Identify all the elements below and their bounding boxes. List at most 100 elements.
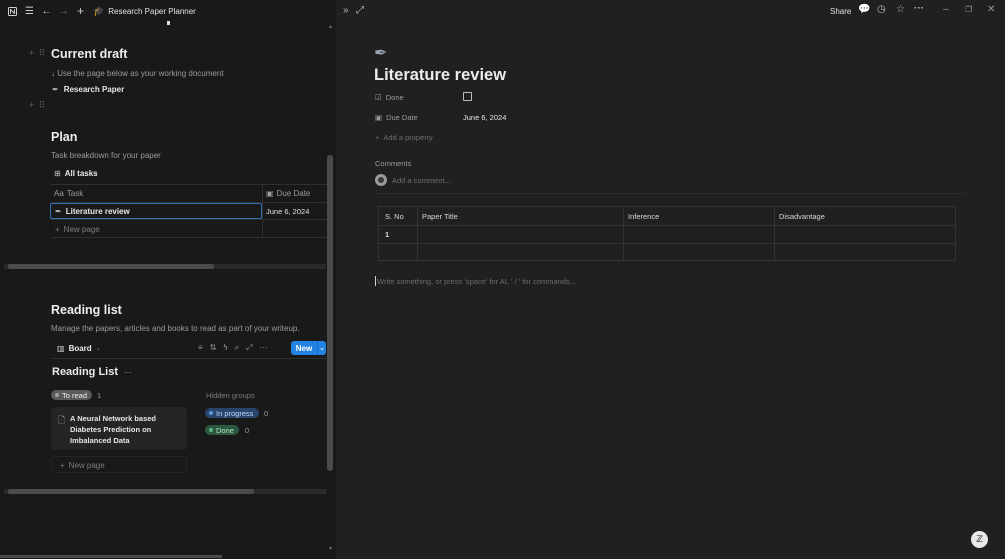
table-icon: ⊞ (54, 169, 61, 178)
comments-label: Comments (375, 159, 412, 168)
group-to-read[interactable]: To read (51, 390, 93, 400)
more-icon[interactable]: ··· (124, 368, 132, 377)
table-row-divider (379, 225, 957, 226)
minimize-icon[interactable]: – (943, 5, 949, 15)
column-header-due-date[interactable]: ▣ Due Date (266, 189, 310, 198)
table-col-divider (623, 207, 624, 262)
notion-logo-icon[interactable] (8, 6, 17, 16)
group-to-read-count: 1 (97, 391, 102, 400)
more-icon[interactable]: ··· (260, 343, 268, 353)
board-divider (51, 358, 327, 359)
notion-ai-icon[interactable]: ℤ (971, 531, 988, 548)
text-type-icon: Aa (54, 189, 64, 198)
page-title[interactable]: Literature review (374, 66, 506, 85)
sidebar-menu-icon[interactable]: ☰ (25, 6, 34, 16)
calendar-icon: ▣ (266, 189, 274, 198)
card-title: A Neural Network based Diabetes Predicti… (70, 414, 156, 445)
add-property[interactable]: + Add a property (375, 133, 433, 142)
task-name: Literature review (65, 207, 130, 216)
block-handle[interactable]: + ⠿ (29, 100, 46, 111)
plus-icon: + (55, 225, 60, 234)
due-date-value[interactable]: June 6, 2024 (463, 113, 506, 122)
vertical-scrollbar-thumb[interactable] (327, 155, 333, 471)
property-due-date[interactable]: ▣ Due Date (375, 113, 418, 122)
history-clock-icon[interactable]: ◷ (877, 5, 886, 15)
pen-icon: ✒ (52, 85, 59, 94)
scroll-down-arrow[interactable]: ▼ (328, 546, 333, 552)
close-icon[interactable]: ✕ (987, 5, 995, 15)
plus-icon: + (60, 461, 65, 470)
group-done[interactable]: Done (205, 425, 239, 435)
document-icon: 🗋 (58, 415, 66, 425)
table-col-divider (417, 207, 418, 262)
share-button[interactable]: Share (830, 7, 851, 16)
property-done[interactable]: ☑ Done (375, 93, 404, 102)
header-s-no[interactable]: S. No (385, 212, 404, 221)
left-pane: ☰ ← → + 🎓 Research Paper Planner + ⠿ Cur… (0, 0, 336, 559)
group-in-progress[interactable]: In progress (205, 408, 259, 418)
board-toolbar: ≡ ⇅ ϟ ⌕ ⤢ ··· (198, 343, 268, 353)
header-disadvantage[interactable]: Disadvantage (779, 212, 825, 221)
checkbox-icon: ☑ (375, 93, 382, 102)
board-card[interactable]: 🗋 A Neural Network based Diabetes Predic… (51, 407, 187, 450)
comment-icon[interactable]: 💬 (858, 5, 870, 15)
header-paper-title[interactable]: Paper Title (422, 212, 458, 221)
reading-list-subtext: Manage the papers, articles and books to… (51, 324, 300, 333)
done-checkbox[interactable] (463, 92, 472, 101)
automation-icon[interactable]: ϟ (223, 343, 227, 353)
plus-icon[interactable]: + (76, 5, 85, 17)
double-chevron-right-icon[interactable]: » (343, 6, 349, 16)
table-col-divider (774, 207, 775, 262)
calendar-icon: ▣ (375, 113, 383, 122)
column-header-task[interactable]: Aa Task (54, 189, 83, 198)
current-draft-subtext: ↓ Use the page below as your working doc… (51, 69, 224, 78)
table-divider (51, 184, 327, 185)
status-dot (55, 393, 59, 397)
breadcrumb-title: Research Paper Planner (108, 6, 196, 16)
plan-subtext: Task breakdown for your paper (51, 151, 161, 160)
more-icon[interactable]: ··· (914, 4, 924, 14)
star-icon[interactable]: ☆ (896, 5, 905, 15)
comment-input[interactable]: Add a comment... (392, 176, 451, 185)
board-new-page[interactable]: + New page (51, 456, 187, 473)
peek-pane: » ⤢ Share 💬 ◷ ☆ ··· – ❐ ✕ ✒ Literature r… (336, 0, 1005, 559)
research-paper-label: Research Paper (63, 85, 125, 94)
tab-all-tasks[interactable]: ⊞ All tasks (54, 169, 98, 178)
graduation-cap-icon: 🎓 (93, 5, 105, 16)
task-cell[interactable]: ✒ Literature review (55, 207, 130, 216)
board-view-tab[interactable]: ▥ Board ⌄ (57, 344, 101, 353)
expand-icon[interactable]: ⤢ (246, 343, 252, 353)
plan-new-page[interactable]: + New page (55, 225, 100, 234)
board-label: Board (68, 344, 92, 353)
scroll-up-arrow[interactable]: ▲ (328, 24, 333, 30)
filter-icon[interactable]: ≡ (198, 343, 203, 353)
table-divider (51, 237, 327, 238)
text-cursor (375, 276, 376, 286)
back-arrow-icon[interactable]: ← (42, 6, 52, 16)
restore-icon[interactable]: ❐ (965, 5, 972, 15)
forward-arrow-icon[interactable]: → (59, 6, 69, 16)
inline-table: S. No Paper Title Inference Disadvantage… (378, 206, 957, 262)
chevron-down-icon[interactable]: ⌄ (318, 344, 326, 352)
editor-placeholder[interactable]: Write something, or press 'space' for AI… (375, 276, 576, 286)
research-paper-link[interactable]: ✒ Research Paper (52, 85, 124, 94)
page-pen-icon[interactable]: ✒ (374, 43, 387, 63)
board-icon: ▥ (57, 344, 65, 353)
board-title: Reading List ··· (52, 366, 132, 378)
block-handle[interactable]: + ⠿ (29, 48, 46, 59)
due-date-cell[interactable]: June 6, 2024 (266, 207, 309, 216)
horizontal-scrollbar-thumb[interactable] (8, 489, 254, 494)
bottom-scrollbar-thumb[interactable] (0, 555, 222, 558)
search-icon[interactable]: ⌕ (235, 343, 239, 353)
new-button[interactable]: New ⌄ (291, 341, 326, 355)
sort-icon[interactable]: ⇅ (210, 343, 217, 353)
horizontal-scrollbar-thumb[interactable] (8, 264, 214, 269)
table-row-divider (379, 243, 957, 244)
new-button-label: New (295, 343, 313, 353)
table-cell[interactable]: 1 (385, 230, 389, 239)
breadcrumb[interactable]: 🎓 Research Paper Planner (93, 6, 196, 17)
header-inference[interactable]: Inference (628, 212, 659, 221)
hidden-groups-label: Hidden groups (206, 391, 255, 400)
expand-icon[interactable]: ⤢ (356, 6, 364, 16)
chevron-down-icon: ⌄ (95, 346, 101, 352)
